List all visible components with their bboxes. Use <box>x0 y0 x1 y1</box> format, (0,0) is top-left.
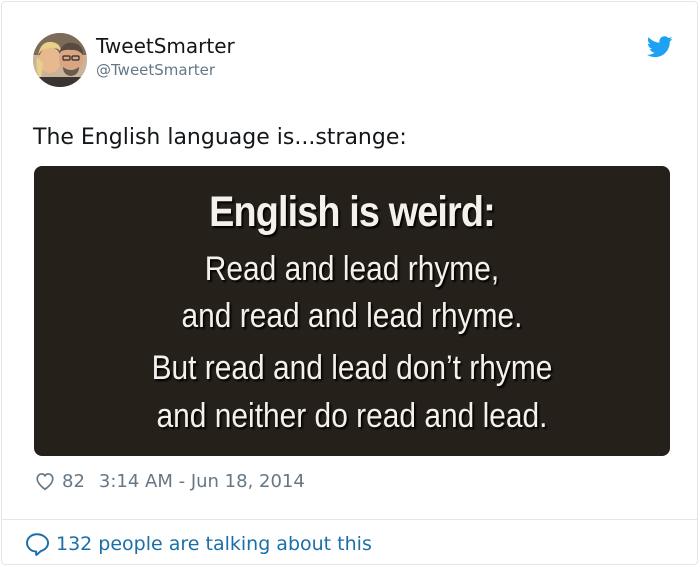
conversation-label[interactable]: 132 people are talking about this <box>56 533 372 555</box>
tweet-header: TweetSmarter @TweetSmarter <box>33 33 673 89</box>
footer-divider <box>2 519 697 520</box>
twitter-bird-icon[interactable] <box>647 36 673 58</box>
image-line: But read and lead don’t rhyme <box>151 349 553 387</box>
tweet-image[interactable]: English is weird: Read and lead rhyme, a… <box>34 166 670 456</box>
conversation-link[interactable]: 132 people are talking about this <box>24 530 372 558</box>
speech-bubble-icon <box>26 533 50 556</box>
like-count[interactable]: 82 <box>62 471 85 492</box>
tweet-card: TweetSmarter @TweetSmarter The English l… <box>1 1 698 565</box>
image-line: Read and lead rhyme, <box>204 250 500 288</box>
image-headline: English is weird: <box>209 188 496 236</box>
avatar-image <box>33 33 87 87</box>
heart-icon[interactable] <box>34 470 56 492</box>
tweet-timestamp[interactable]: 3:14 AM - Jun 18, 2014 <box>99 471 305 492</box>
author-display-name[interactable]: TweetSmarter <box>96 34 235 58</box>
image-line: and read and lead rhyme. <box>181 297 523 335</box>
image-line: and neither do read and lead. <box>156 397 548 435</box>
tweet-text: The English language is...strange: <box>33 125 407 150</box>
tweet-meta: 82 3:14 AM - Jun 18, 2014 <box>34 468 305 494</box>
avatar[interactable] <box>33 33 87 87</box>
author-handle[interactable]: @TweetSmarter <box>96 61 215 79</box>
